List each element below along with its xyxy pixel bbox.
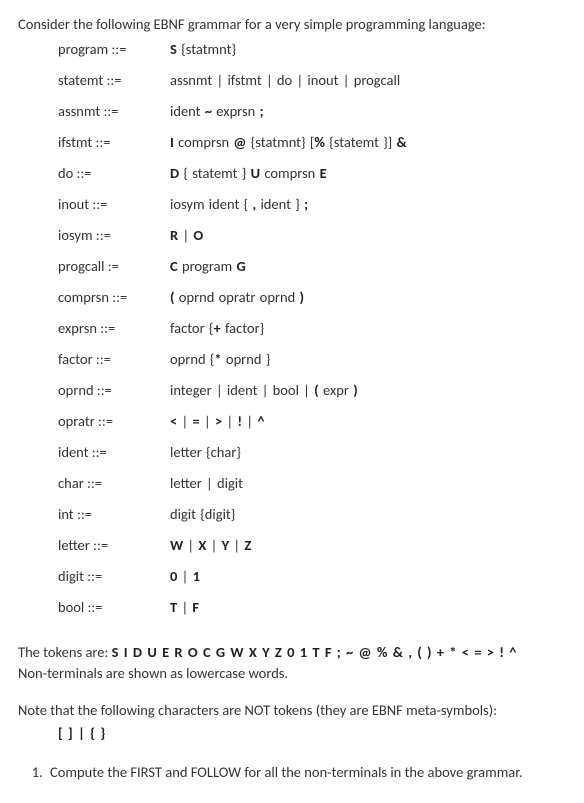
rule-rhs: integer | ident | bool | ( expr ) <box>170 380 566 401</box>
grammar-rule: ident ::=letter {char} <box>58 442 566 463</box>
rule-rhs: D { statemt } U comprsn E <box>170 163 566 184</box>
meta-symbols: [ ] | { } <box>58 723 566 744</box>
rule-lhs: inout ::= <box>58 194 170 215</box>
rule-rhs: digit {digit} <box>170 504 566 525</box>
rule-rhs: iosym ident { , ident } ; <box>170 194 566 215</box>
rule-rhs: ident ~ exprsn ; <box>170 101 566 122</box>
grammar-rule: statemt ::=assnmt | ifstmt | do | inout … <box>58 70 566 91</box>
grammar-rule: iosym ::=R | O <box>58 225 566 246</box>
rule-rhs: ( oprnd opratr oprnd ) <box>170 287 566 308</box>
rule-rhs: I comprsn @ {statmnt} [% {statemt }] & <box>170 132 566 153</box>
grammar-rule: ifstmt ::=I comprsn @ {statmnt} [% {stat… <box>58 132 566 153</box>
rule-lhs: digit ::= <box>58 566 170 587</box>
grammar-rule: oprnd ::=integer | ident | bool | ( expr… <box>58 380 566 401</box>
grammar-rule: assnmt ::=ident ~ exprsn ; <box>58 101 566 122</box>
grammar-rule: char ::=letter | digit <box>58 473 566 494</box>
rule-lhs: progcall := <box>58 256 170 277</box>
rule-rhs: S {statmnt} <box>170 39 566 60</box>
grammar-rule: letter ::=W | X | Y | Z <box>58 535 566 556</box>
rule-rhs: letter {char} <box>170 442 566 463</box>
rule-lhs: assnmt ::= <box>58 101 170 122</box>
rule-rhs: oprnd {* oprnd } <box>170 349 566 370</box>
grammar-rule: program ::=S {statmnt} <box>58 39 566 60</box>
rule-rhs: T | F <box>170 597 566 618</box>
grammar-rule: do ::=D { statemt } U comprsn E <box>58 163 566 184</box>
rule-rhs: W | X | Y | Z <box>170 535 566 556</box>
grammar-rule: comprsn ::=( oprnd opratr oprnd ) <box>58 287 566 308</box>
grammar-rule: progcall :=C program G <box>58 256 566 277</box>
grammar-rule: opratr ::=< | = | > | ! | ^ <box>58 411 566 432</box>
nonterminals-note: Non-terminals are shown as lowercase wor… <box>18 663 566 684</box>
rule-lhs: program ::= <box>58 39 170 60</box>
grammar-rule: inout ::=iosym ident { , ident } ; <box>58 194 566 215</box>
question-list: Compute the FIRST and FOLLOW for all the… <box>32 762 566 783</box>
rule-lhs: ident ::= <box>58 442 170 463</box>
rule-lhs: exprsn ::= <box>58 318 170 339</box>
rule-rhs: < | = | > | ! | ^ <box>170 411 566 432</box>
rule-rhs: 0 | 1 <box>170 566 566 587</box>
grammar-rule: bool ::=T | F <box>58 597 566 618</box>
rule-lhs: statemt ::= <box>58 70 170 91</box>
rule-rhs: R | O <box>170 225 566 246</box>
rule-lhs: ifstmt ::= <box>58 132 170 153</box>
rule-lhs: comprsn ::= <box>58 287 170 308</box>
rule-rhs: factor {+ factor} <box>170 318 566 339</box>
rule-lhs: opratr ::= <box>58 411 170 432</box>
rule-lhs: do ::= <box>58 163 170 184</box>
rule-lhs: bool ::= <box>58 597 170 618</box>
tokens-label: The tokens are: <box>18 643 112 661</box>
intro-text: Consider the following EBNF grammar for … <box>18 14 566 35</box>
grammar-rule: exprsn ::=factor {+ factor} <box>58 318 566 339</box>
rule-lhs: factor ::= <box>58 349 170 370</box>
rule-lhs: oprnd ::= <box>58 380 170 401</box>
meta-note: Note that the following characters are N… <box>18 700 566 721</box>
grammar-rules: program ::=S {statmnt}statemt ::=assnmt … <box>58 39 566 618</box>
rule-lhs: iosym ::= <box>58 225 170 246</box>
grammar-rule: digit ::=0 | 1 <box>58 566 566 587</box>
tokens-line: The tokens are: S I D U E R O C G W X Y … <box>18 642 566 663</box>
grammar-rule: int ::=digit {digit} <box>58 504 566 525</box>
rule-rhs: assnmt | ifstmt | do | inout | progcall <box>170 70 566 91</box>
tokens-list: S I D U E R O C G W X Y Z 0 1 T F ; ~ @ … <box>112 643 517 661</box>
question-item: Compute the FIRST and FOLLOW for all the… <box>46 762 566 783</box>
rule-rhs: C program G <box>170 256 566 277</box>
rule-lhs: char ::= <box>58 473 170 494</box>
grammar-rule: factor ::=oprnd {* oprnd } <box>58 349 566 370</box>
rule-lhs: int ::= <box>58 504 170 525</box>
rule-rhs: letter | digit <box>170 473 566 494</box>
rule-lhs: letter ::= <box>58 535 170 556</box>
